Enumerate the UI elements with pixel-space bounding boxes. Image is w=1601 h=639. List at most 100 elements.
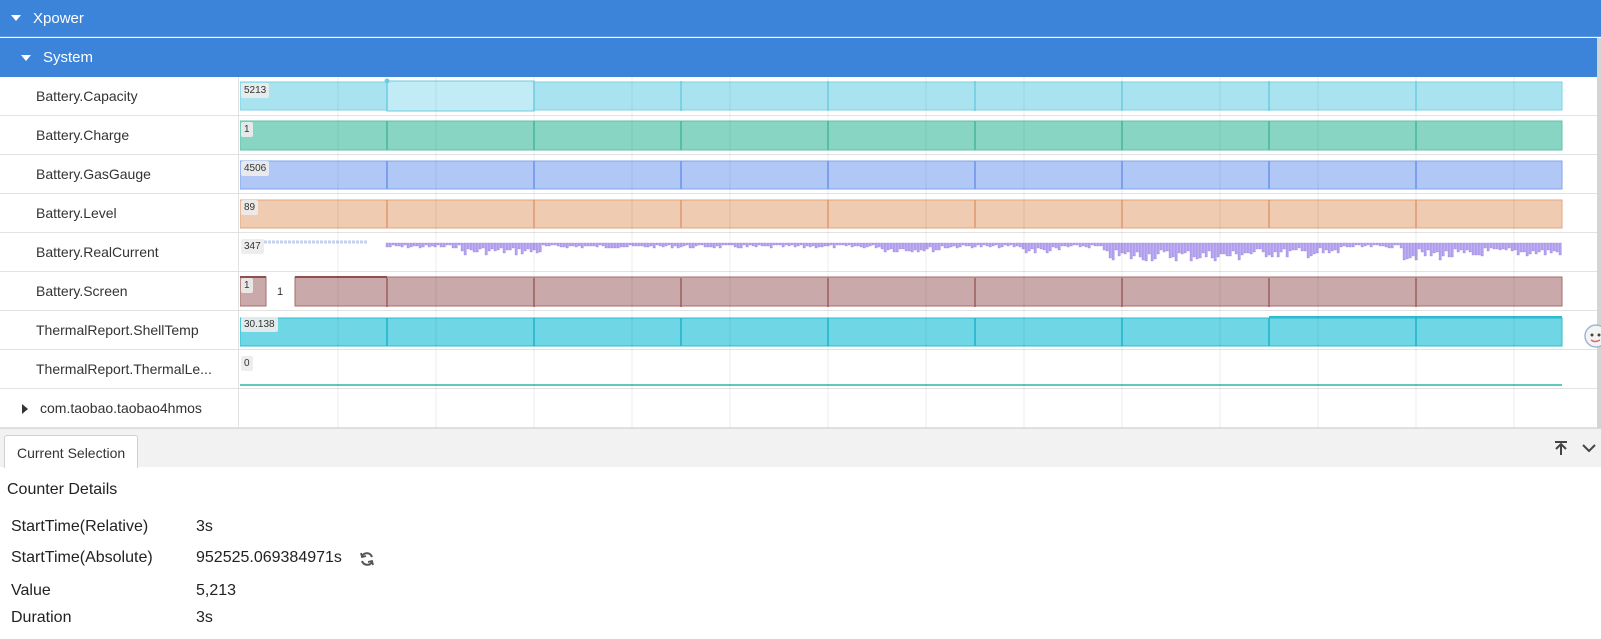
track-battery-gasgauge[interactable]: Battery.GasGauge 4506 [0, 155, 1601, 194]
current-bar [481, 242, 485, 249]
chevron-down-icon[interactable] [1580, 439, 1598, 457]
current-bar [1132, 242, 1136, 257]
current-bar [1465, 242, 1469, 251]
current-bar [463, 242, 467, 256]
current-bar [1174, 242, 1178, 262]
current-bar [1537, 242, 1541, 253]
track-canvas[interactable] [240, 155, 1601, 194]
current-bar [1246, 242, 1250, 254]
track-label: Battery.Level [0, 194, 239, 233]
vertical-scrollbar[interactable] [1597, 38, 1601, 428]
track-canvas[interactable] [240, 194, 1601, 233]
track-battery-realcurrent[interactable]: Battery.RealCurrent 347 [0, 233, 1601, 272]
track-battery-capacity[interactable]: Battery.Capacity 5213 [0, 77, 1601, 116]
process-label[interactable]: com.taobao.taobao4hmos [0, 389, 239, 428]
caret-right-icon[interactable] [22, 404, 28, 415]
current-bar [1105, 242, 1109, 252]
group-header-system[interactable]: System [0, 38, 1601, 77]
current-bar [1210, 242, 1214, 259]
value-tag: 0 [241, 356, 253, 371]
current-bar [844, 242, 848, 247]
track-canvas[interactable] [240, 311, 1601, 350]
current-bar [1171, 242, 1175, 258]
current-bar [1486, 242, 1490, 252]
track-label: ThermalReport.ThermalLe... [0, 350, 239, 389]
current-bar [619, 242, 623, 248]
current-bar [1090, 242, 1094, 246]
current-bar [1126, 242, 1130, 253]
current-bar [466, 242, 470, 250]
detail-key: Duration [11, 609, 72, 626]
value-tag: 4506 [241, 161, 270, 176]
current-bar [982, 242, 986, 246]
current-bar [1471, 242, 1475, 256]
detail-value: 3s [196, 609, 213, 626]
current-bar [583, 242, 587, 247]
track-label: Battery.Capacity [0, 77, 239, 116]
current-bar [1003, 242, 1007, 246]
current-bar [925, 242, 929, 250]
track-label: Battery.RealCurrent [0, 233, 239, 272]
current-bar [892, 242, 896, 253]
caret-down-icon[interactable] [11, 15, 21, 21]
track-canvas[interactable]: 1 [240, 272, 1601, 311]
track-canvas[interactable] [240, 389, 1601, 428]
current-bar [1201, 242, 1205, 254]
track-battery-screen[interactable]: Battery.Screen 1 1 [0, 272, 1601, 311]
current-bar [1423, 242, 1427, 257]
current-bar [460, 242, 464, 252]
caret-down-icon[interactable] [21, 54, 31, 61]
refresh-icon[interactable] [359, 551, 375, 567]
current-bar [1366, 242, 1370, 246]
current-bar [1438, 242, 1442, 261]
pin-to-top-icon[interactable] [1552, 439, 1570, 457]
current-bar [1399, 242, 1403, 249]
current-bar [1354, 242, 1358, 246]
current-bar [1378, 242, 1382, 247]
track-battery-level[interactable]: Battery.Level 89 [0, 194, 1601, 233]
current-bar [1270, 242, 1274, 258]
realcurrent-chart [264, 240, 1562, 262]
current-bar [1243, 242, 1247, 254]
current-bar [1069, 242, 1073, 247]
assistant-avatar-icon[interactable] [1582, 322, 1601, 350]
tab-current-selection[interactable]: Current Selection [4, 435, 139, 468]
current-bar [1435, 242, 1439, 253]
track-thermal-level[interactable]: ThermalReport.ThermalLe... 0 [0, 350, 1601, 389]
current-bar [1417, 242, 1421, 250]
current-bar [1147, 242, 1151, 255]
current-bar [778, 242, 782, 246]
current-bar [517, 242, 521, 250]
current-bar [1372, 242, 1376, 246]
current-bar [1006, 242, 1010, 247]
current-bar [772, 242, 776, 246]
group-header-xpower[interactable]: Xpower [0, 0, 1601, 37]
track-canvas[interactable] [240, 116, 1601, 155]
current-bar [1195, 242, 1199, 260]
current-bar [1405, 242, 1409, 260]
track-thermal-shelltemp[interactable]: ThermalReport.ShellTemp 30.138 [0, 311, 1601, 350]
current-bar [637, 242, 641, 247]
current-bar [1063, 242, 1067, 247]
current-bar [1183, 242, 1187, 254]
current-bar [1249, 242, 1253, 255]
track-canvas[interactable] [240, 350, 1601, 389]
track-battery-charge[interactable]: Battery.Charge 1 [0, 116, 1601, 155]
current-bar [394, 242, 398, 247]
current-bar [748, 242, 752, 246]
current-bar [1411, 242, 1415, 257]
value-tag: 1 [241, 122, 253, 137]
process-row-taobao[interactable]: com.taobao.taobao4hmos [0, 389, 1601, 428]
current-bar [457, 242, 461, 246]
current-bar [1402, 242, 1406, 261]
current-bar [625, 242, 629, 248]
current-bar [1552, 242, 1556, 252]
current-bar [865, 242, 869, 248]
track-canvas[interactable] [240, 77, 1601, 116]
current-bar [940, 242, 944, 247]
current-bar [757, 242, 761, 246]
current-bar [1318, 242, 1322, 249]
track-canvas[interactable] [240, 233, 1601, 272]
detail-value: 5,213 [196, 582, 237, 599]
current-bar [847, 242, 851, 246]
